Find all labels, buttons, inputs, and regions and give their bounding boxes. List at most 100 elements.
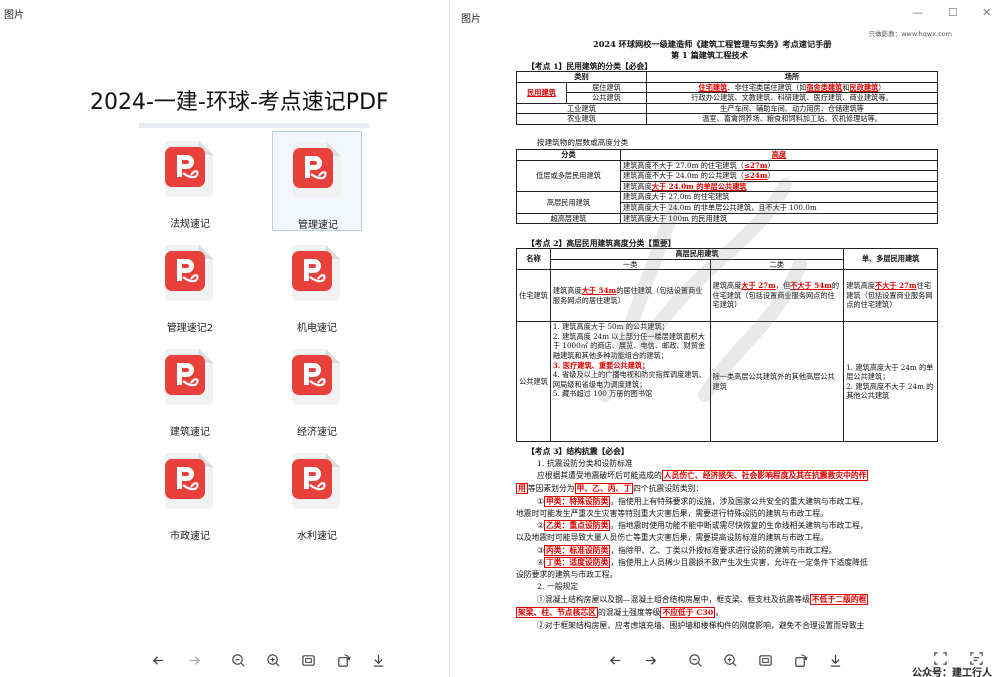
- pub-multi-1: 1. 建筑高度大于 24m 的单层公共建筑；: [846, 362, 934, 382]
- th-one: 一类: [549, 258, 711, 271]
- pdf-file-icon: [165, 453, 213, 509]
- p12-pre: ①混凝土结构房屋以及钢—混凝土组合结构房屋中，框支梁、框支柱及抗震等级: [537, 595, 810, 604]
- res-two-pre: 建筑高度: [712, 281, 742, 291]
- p8-red: 丙类：标准设防类: [544, 545, 611, 556]
- zoom-out-icon[interactable]: [228, 650, 248, 670]
- p6-pre: ②: [537, 521, 544, 530]
- high1: 建筑高度大于 27.0m 的住宅建筑: [620, 191, 938, 203]
- minimize-icon[interactable]: —: [912, 6, 923, 19]
- cell-ind-place: 生产车间、辅助车间、动力用房、仓储建筑等: [646, 102, 938, 115]
- p13-red: 架梁、柱、节点核芯区: [516, 607, 598, 618]
- p6-red: 乙类：重点设防类: [544, 520, 611, 531]
- pub-multi-2: 2. 建筑高度不大于 24m 的其他公共建筑: [846, 381, 934, 401]
- p3-red: 用: [516, 483, 528, 494]
- file-name: 管理速记: [298, 220, 338, 231]
- cell-pub-name: 公共建筑: [516, 321, 551, 443]
- maximize-icon[interactable]: ☐: [948, 6, 958, 19]
- th-multi: 单、多层民用建筑: [843, 247, 938, 271]
- low2-pre: 建筑高度不大于 24.0m 的公共建筑（: [623, 171, 744, 181]
- page-zoom-in-icon[interactable]: [720, 650, 740, 670]
- file-tile[interactable]: 法规速记: [145, 131, 235, 231]
- left-window-title: 图片: [4, 10, 24, 21]
- cell-ind: 工业建筑: [516, 102, 647, 115]
- file-tile[interactable]: 水利速记: [272, 443, 362, 543]
- p3-red2: 甲、乙、丙、丁: [574, 483, 634, 494]
- page-rotate-icon[interactable]: [790, 650, 810, 670]
- p13-mid: 的混凝土强度等级: [597, 608, 661, 617]
- k3-title: 【考点 3】结构抗震【必会】: [527, 447, 629, 456]
- close-icon[interactable]: ✕: [982, 6, 991, 19]
- p10: 设防要求的建筑与市政工程。: [516, 570, 618, 579]
- pub-one-2: 2. 建筑高度 24m 以上部分任一楼层建筑面积大于 1000㎡ 的商店、展览、…: [552, 331, 706, 360]
- p7: 以及地震时可能导致大量人员伤亡等重大灾害后果，需要提高设防标准的建筑与市政工程。: [516, 533, 828, 542]
- next-page-icon[interactable]: [640, 650, 660, 670]
- cell-agr-place: 温室、畜禽饲养场、粮食和饲料加工站、农机修理站等。: [646, 113, 938, 125]
- file-grid: 法规速记 管理速记管理速记2 机电速记建筑速记 经济速记市政速记 水利速记: [139, 123, 369, 548]
- prev-page-icon[interactable]: [605, 650, 625, 670]
- next-icon[interactable]: [184, 650, 204, 670]
- page-download-icon[interactable]: [825, 650, 845, 670]
- low2-end: ）: [767, 171, 775, 181]
- page-zoom-out-icon[interactable]: [685, 650, 705, 670]
- site-line: 只做影教：www.hqwx.com: [868, 30, 952, 38]
- file-name: 市政速记: [170, 531, 210, 542]
- pub-one-4: 4. 省级及以上的广播电视和防灾指挥调度建筑、网局级和省级电力调度建筑；: [552, 370, 706, 389]
- p3-mid: 等因素划分为: [527, 484, 575, 493]
- res-one-red: 大于 54m: [581, 286, 617, 296]
- low3-red: 大于 24.0m 的单层公共建筑: [651, 181, 747, 191]
- cell-res-name: 住宅建筑: [516, 269, 551, 323]
- rotate-icon[interactable]: [333, 650, 353, 670]
- pdf-file-icon: [293, 142, 341, 198]
- cell-pub-place: 行政办公建筑、文教建筑、科研建筑、医疗建筑、商业建筑等。: [646, 92, 938, 104]
- file-name: 建筑速记: [170, 427, 210, 438]
- cell-high: 高层民用建筑: [516, 191, 621, 214]
- res-one-pre: 建筑高度: [552, 286, 582, 296]
- pub-one-1: 1. 建筑高度大于 50m 的公共建筑；: [552, 322, 669, 332]
- cell-res-place-red3: 民政建筑: [849, 82, 879, 92]
- pdf-file-icon: [292, 245, 340, 301]
- p9: ④ 丁类：适度设防类 ，指使用上人员稀少且震损不致产生次生灾害，允许在一定条件下适度…: [537, 557, 868, 568]
- file-tile[interactable]: 市政速记: [145, 443, 235, 543]
- file-tile[interactable]: 经济速记: [272, 339, 362, 439]
- cell-res-place-end: ）: [878, 82, 886, 92]
- footer-credit: 公众号：建工行人: [912, 668, 992, 677]
- p4-end: 。指使用上有特殊要求的设施，涉及国家公共安全的重大建筑与市政工程，: [610, 497, 868, 506]
- right-window-title: 图片: [461, 14, 481, 25]
- p14: ②对于框架结构房屋，应考虑填充墙、围护墙和楼梯构件的刚度影响，避免不合理设置而导…: [537, 621, 865, 630]
- file-tile[interactable]: 管理速记: [272, 131, 362, 231]
- download-icon[interactable]: [368, 650, 388, 670]
- p8-end: ，指除甲、乙、丁类以外按标准要求进行设防的建筑与市政工程。: [610, 546, 837, 555]
- file-name: 机电速记: [297, 323, 337, 334]
- file-tile[interactable]: 机电速记: [272, 235, 362, 335]
- cell-pub: 公共建筑: [566, 92, 647, 104]
- p8: ③ 丙类：标准设防类 ，指除甲、乙、丁类以外按标准要求进行设防的建筑与市政工程。: [537, 545, 836, 556]
- table-building-types: 类别 场所 民用建筑 居住建筑 住宅建筑、非住宅类居住建筑（如宿舍类建筑和民政建筑…: [516, 71, 938, 125]
- zoom-in-icon[interactable]: [263, 650, 283, 670]
- fit-icon[interactable]: [298, 650, 318, 670]
- pdf-file-icon: [165, 245, 213, 301]
- cell-super: 超高层建筑: [516, 212, 621, 225]
- chapter-title: 第 1 篇建筑工程技术: [671, 50, 748, 60]
- p6-end: 。指地震时使用功能不能中断或需尽快恢复的生命线相关建筑与市政工程，: [610, 521, 868, 530]
- table-height-class: 分类 高度 低层或多层民用建筑 建筑高度不大于 27.0m 的住宅建筑（≤27m）…: [516, 149, 938, 225]
- prev-icon[interactable]: [148, 650, 168, 670]
- page-fit-icon[interactable]: [755, 650, 775, 670]
- file-tile[interactable]: 建筑速记: [145, 339, 235, 439]
- low3-pre: 建筑高度: [623, 181, 652, 191]
- cell-low: 低层或多层民用建筑: [516, 159, 621, 193]
- th-type: 类别: [516, 71, 647, 83]
- file-tile[interactable]: 管理速记2: [145, 235, 235, 335]
- res-multi-pre: 建筑高度: [846, 281, 875, 291]
- low1-pre: 建筑高度不大于 27.0m 的住宅建筑（: [623, 160, 744, 170]
- res-multi-red: 不大于 27m: [874, 281, 917, 291]
- cell-res-place-mid: 、非住宅类居住建筑（如: [727, 82, 807, 92]
- folder-heading: 2024-一建-环球-考点速记PDF: [90, 90, 389, 115]
- low2-red: ≤24m: [743, 171, 768, 181]
- p3-end: 四个抗震设防类别：: [633, 484, 704, 493]
- th-name: 名称: [516, 247, 551, 271]
- file-name: 管理速记2: [166, 323, 214, 334]
- p4-red: 甲类：特殊设防类: [544, 496, 611, 507]
- p4: ① 甲类：特殊设防类 。指使用上有特殊要求的设施，涉及国家公共安全的重大建筑与市政工…: [537, 496, 868, 507]
- pub-one-3: 3. 医疗建筑、重要公共建筑；: [552, 360, 650, 370]
- p2-pre: 应根据其遭受地震破坏后可能造成的: [537, 471, 662, 480]
